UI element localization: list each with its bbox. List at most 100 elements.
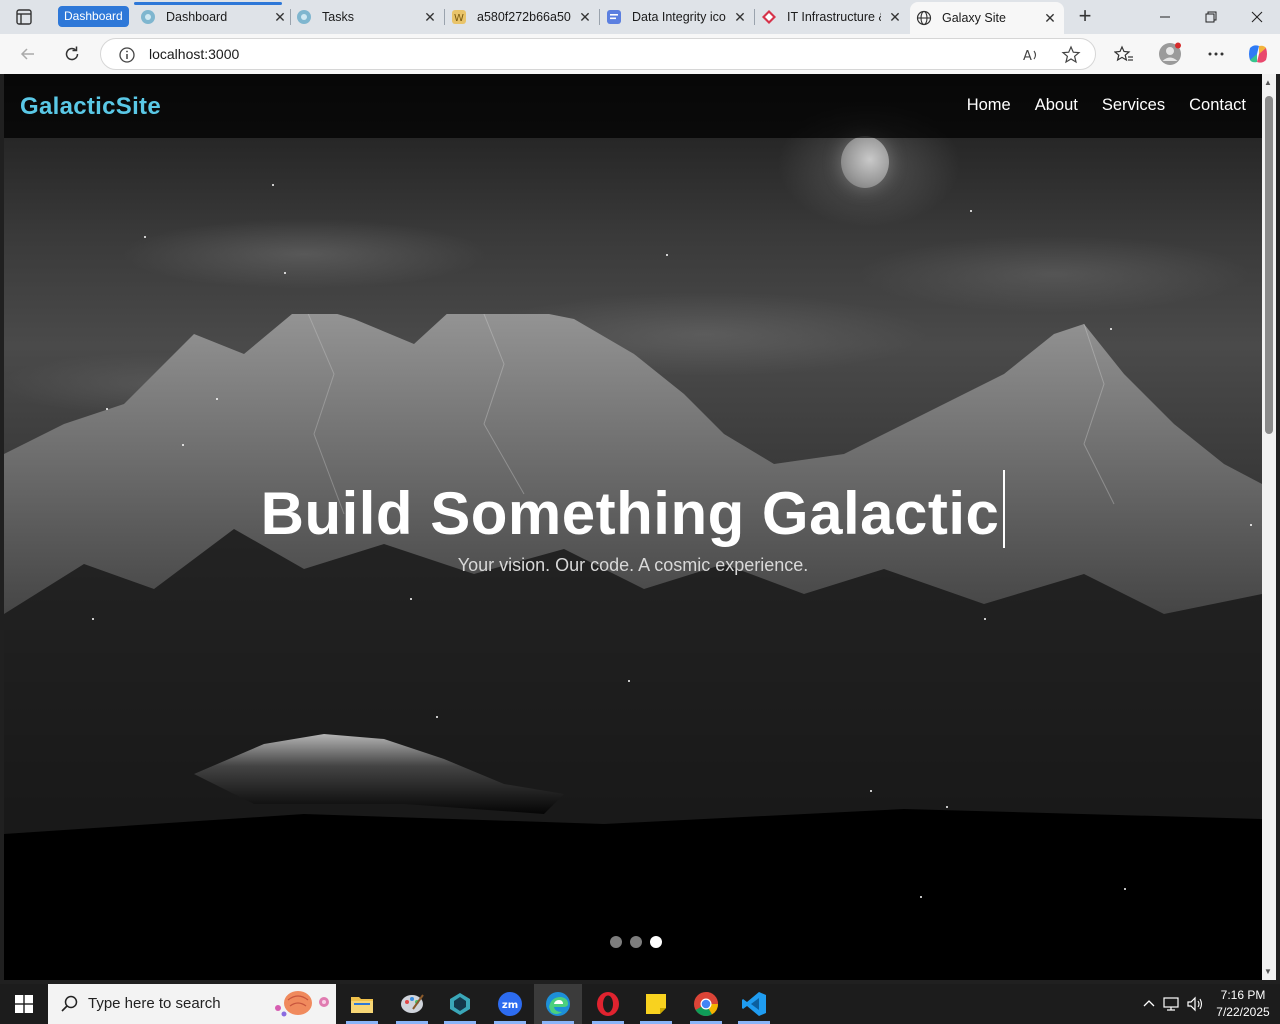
nav-services-link[interactable]: Services [1102, 96, 1165, 115]
nav-contact-link[interactable]: Contact [1189, 96, 1246, 115]
copilot-icon [1249, 45, 1267, 63]
sticky-notes-app[interactable] [632, 984, 680, 1024]
moon-image [841, 136, 889, 188]
star [182, 444, 184, 446]
doc-favicon [607, 10, 621, 24]
tab-tasks[interactable]: Tasks ✕ [296, 4, 438, 30]
tab-label: Data Integrity icon [632, 10, 726, 24]
site-logo[interactable]: GalacticSite [20, 93, 161, 121]
carousel-dot-2[interactable] [630, 936, 642, 948]
tab-dashboard[interactable]: Dashboard ✕ [140, 4, 288, 30]
favorites-button[interactable] [1112, 42, 1136, 66]
start-button[interactable] [0, 984, 48, 1024]
windows-logo-icon [15, 995, 33, 1013]
profile-button[interactable] [1158, 42, 1182, 66]
close-icon[interactable]: ✕ [1042, 10, 1058, 26]
carousel-dot-3-active[interactable] [650, 936, 662, 948]
close-icon[interactable]: ✕ [272, 9, 288, 25]
star [284, 272, 286, 274]
tab-label: IT Infrastructure & [787, 10, 881, 24]
typing-caret [1003, 470, 1006, 548]
tab-divider [444, 9, 445, 25]
volume-icon[interactable] [1186, 995, 1206, 1013]
star [666, 254, 668, 256]
star [410, 598, 412, 600]
star [946, 806, 948, 808]
chrome-icon [694, 992, 718, 1017]
hexagon-app-icon [450, 993, 470, 1015]
brain-highlight-icon[interactable] [270, 988, 332, 1020]
svg-text:A: A [1023, 49, 1032, 64]
clock-time: 7:16 PM [1220, 988, 1266, 1002]
network-icon[interactable] [1162, 995, 1182, 1013]
star [272, 184, 274, 186]
favorites-icon [1114, 45, 1133, 62]
zoom-icon: zm [498, 992, 522, 1016]
tab-galaxy-site[interactable]: Galaxy Site ✕ [910, 2, 1064, 34]
globe-icon [916, 10, 932, 26]
favorite-star-icon[interactable] [1061, 45, 1081, 65]
carousel-indicators [610, 936, 662, 948]
minimize-icon [1160, 16, 1170, 18]
tab-group-chip[interactable]: Dashboard [58, 6, 129, 27]
close-icon [1251, 11, 1263, 23]
scrollbar-thumb[interactable] [1265, 96, 1273, 434]
w-favicon: W [452, 10, 466, 24]
scroll-down-icon[interactable]: ▼ [1264, 967, 1272, 976]
tab-actions-icon[interactable] [10, 7, 38, 27]
refresh-icon [65, 46, 79, 61]
new-tab-button[interactable]: + [1074, 5, 1096, 28]
restore-button[interactable] [1188, 0, 1234, 34]
taskbar-clock[interactable]: 7:16 PM 7/22/2025 [1208, 987, 1278, 1021]
tab-it-infrastructure[interactable]: IT Infrastructure & ✕ [761, 4, 903, 30]
vscode-app[interactable] [730, 984, 778, 1024]
folder-icon [351, 997, 373, 1013]
chrome-app[interactable] [682, 984, 730, 1024]
svg-text:W: W [454, 13, 464, 24]
settings-more-button[interactable] [1204, 42, 1228, 66]
url-text[interactable]: localhost:3000 [149, 46, 239, 62]
edge-app[interactable] [534, 984, 582, 1024]
tab-label: a580f272b66a50c [477, 10, 571, 24]
back-arrow-icon [20, 48, 34, 60]
avatar-icon [1159, 42, 1181, 65]
star [970, 210, 972, 212]
copilot-button[interactable] [1246, 42, 1270, 66]
refresh-button[interactable] [60, 42, 84, 66]
taskbar-search[interactable]: Type here to search [48, 984, 336, 1024]
paint-app[interactable] [388, 984, 436, 1024]
tab-divider [754, 9, 755, 25]
close-icon[interactable]: ✕ [422, 9, 438, 25]
nav-about-link[interactable]: About [1035, 96, 1078, 115]
back-button[interactable] [16, 42, 40, 66]
close-icon[interactable]: ✕ [732, 9, 748, 25]
url-field[interactable]: localhost:3000 A [100, 38, 1096, 70]
diamond-favicon [762, 10, 776, 24]
star [106, 408, 108, 410]
windows-taskbar: Type here to search zm 7:16 PM 7/22/2025 [0, 984, 1280, 1024]
scroll-up-icon[interactable]: ▲ [1264, 78, 1272, 87]
close-icon[interactable]: ✕ [577, 9, 593, 25]
chevron-up-icon[interactable] [1140, 995, 1158, 1013]
star [920, 896, 922, 898]
star [984, 618, 986, 620]
dev-tool-app[interactable] [436, 984, 484, 1024]
page-scrollbar[interactable]: ▲ ▼ [1262, 74, 1276, 980]
page-viewport: GalacticSite Home About Services Contact… [4, 74, 1262, 980]
close-icon[interactable]: ✕ [887, 9, 903, 25]
close-window-button[interactable] [1234, 0, 1280, 34]
info-icon[interactable] [118, 46, 136, 64]
tab-data-integrity[interactable]: Data Integrity icon ✕ [606, 4, 748, 30]
hero-subtitle: Your vision. Our code. A cosmic experien… [457, 555, 809, 575]
carousel-dot-1[interactable] [610, 936, 622, 948]
tab-hash[interactable]: W a580f272b66a50c ✕ [451, 4, 593, 30]
read-aloud-icon[interactable]: A [1021, 45, 1041, 65]
star [628, 680, 630, 682]
restore-icon [1205, 11, 1217, 23]
file-explorer-app[interactable] [338, 984, 386, 1024]
nav-home-link[interactable]: Home [967, 96, 1011, 115]
zoom-app[interactable]: zm [486, 984, 534, 1024]
minimize-button[interactable] [1142, 0, 1188, 34]
opera-app[interactable] [584, 984, 632, 1024]
palette-icon [401, 994, 424, 1013]
